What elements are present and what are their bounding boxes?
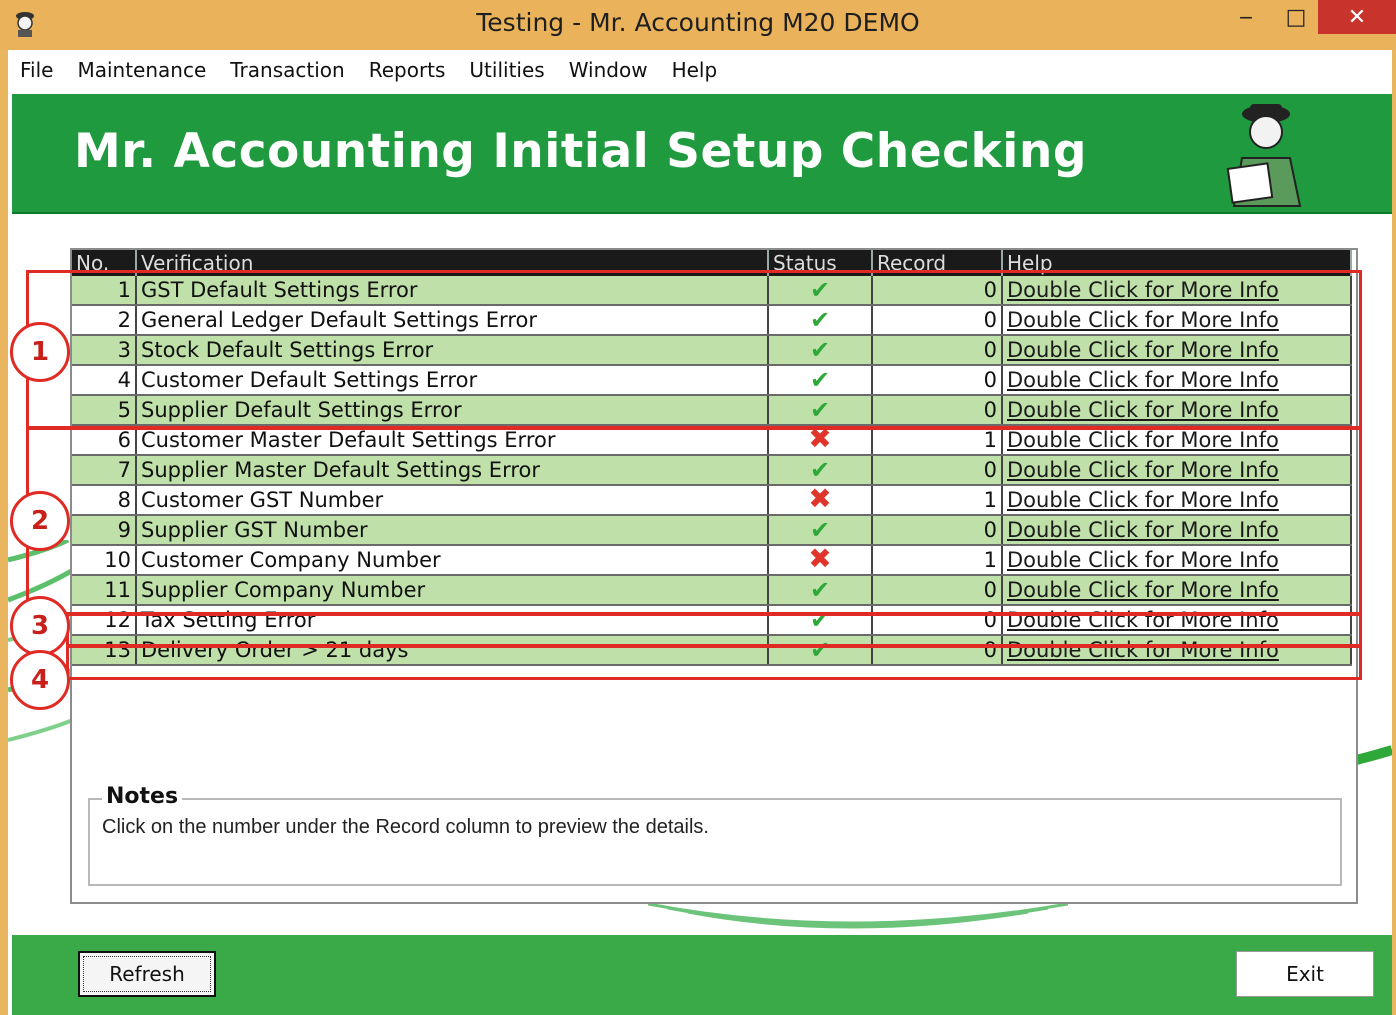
header-banner: Mr. Accounting Initial Setup Checking bbox=[12, 94, 1392, 214]
maximize-button[interactable]: □ bbox=[1276, 0, 1316, 34]
close-button[interactable]: ✕ bbox=[1318, 0, 1396, 34]
menu-bar: File Maintenance Transaction Reports Uti… bbox=[8, 50, 1392, 90]
menu-file[interactable]: File bbox=[8, 50, 65, 90]
title-bar: Testing - Mr. Accounting M20 DEMO ‒ □ ✕ bbox=[0, 0, 1396, 50]
menu-reports[interactable]: Reports bbox=[357, 50, 458, 90]
banner-title: Mr. Accounting Initial Setup Checking bbox=[74, 124, 1087, 179]
mascot-reading-icon bbox=[1226, 104, 1302, 207]
decorative-swoosh-right bbox=[1356, 745, 1392, 765]
menu-help[interactable]: Help bbox=[660, 50, 730, 90]
menu-window[interactable]: Window bbox=[557, 50, 660, 90]
window-title: Testing - Mr. Accounting M20 DEMO bbox=[476, 8, 920, 37]
exit-button[interactable]: Exit bbox=[1236, 951, 1374, 997]
notes-title: Notes bbox=[102, 784, 183, 809]
annotation-marker-1: 1 bbox=[10, 322, 70, 382]
footer-bar: Refresh Exit bbox=[12, 935, 1392, 1015]
annotation-box-group-4 bbox=[66, 644, 1362, 680]
annotation-box-group-2 bbox=[26, 426, 1362, 616]
minimize-button[interactable]: ‒ bbox=[1226, 0, 1266, 34]
notes-text: Click on the number under the Record col… bbox=[102, 816, 709, 838]
refresh-button[interactable]: Refresh bbox=[78, 951, 216, 997]
annotation-box-group-3 bbox=[66, 612, 1362, 648]
menu-maintenance[interactable]: Maintenance bbox=[65, 50, 218, 90]
decorative-swoosh-bottom bbox=[648, 902, 1068, 929]
menu-transaction[interactable]: Transaction bbox=[218, 50, 356, 90]
annotation-marker-3: 3 bbox=[10, 596, 70, 656]
notes-groupbox: Notes Click on the number under the Reco… bbox=[88, 784, 1342, 886]
annotation-marker-4: 4 bbox=[10, 650, 70, 710]
menu-utilities[interactable]: Utilities bbox=[457, 50, 556, 90]
annotation-marker-2: 2 bbox=[10, 491, 70, 551]
annotation-box-group-1 bbox=[26, 270, 1362, 430]
